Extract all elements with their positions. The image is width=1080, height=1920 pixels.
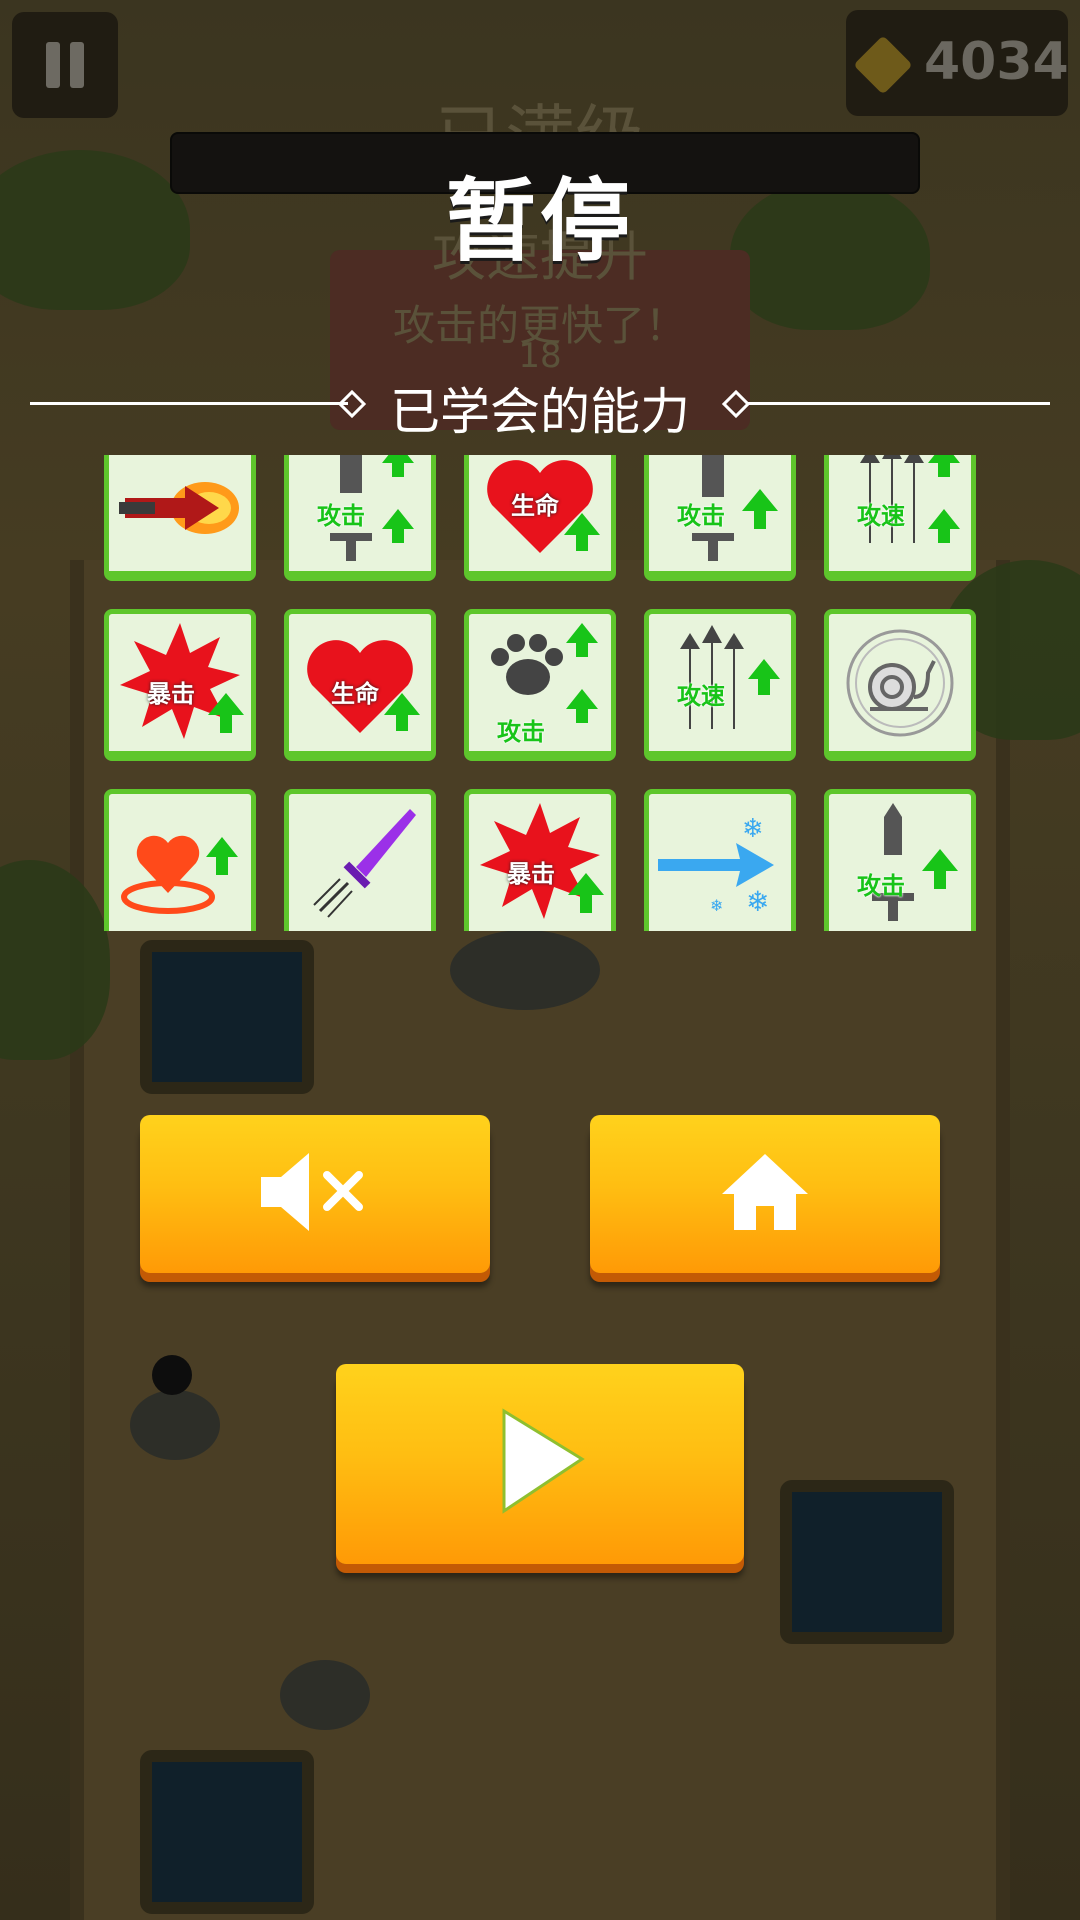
svg-text:❄: ❄ <box>746 885 769 918</box>
sword-up-icon <box>829 794 971 931</box>
ability-grid[interactable]: 攻击 生命 攻击 攻速 暴击 生命 攻击 攻速 暴击 ❄ ❄ ❄ 攻击 <box>104 455 976 931</box>
ability-tile[interactable]: 暴击 <box>464 789 616 931</box>
bg-number: 18 <box>518 336 562 376</box>
ability-tile[interactable]: 攻速 <box>824 455 976 581</box>
ability-tile[interactable] <box>104 789 256 931</box>
frost-arrow-icon: ❄ ❄ ❄ <box>649 794 791 931</box>
pause-button[interactable] <box>12 12 118 118</box>
bat-enemy <box>152 1355 192 1395</box>
section-label: 已学会的能力 <box>390 383 690 441</box>
ability-label: 攻击 <box>857 872 905 900</box>
ability-label: 攻速 <box>677 682 725 710</box>
svg-text:❄: ❄ <box>742 814 764 844</box>
purple-sword-icon <box>289 794 431 931</box>
speaker-mute-icon <box>255 1147 375 1241</box>
ability-tile[interactable]: 攻击 <box>824 789 976 931</box>
enemy-shadow <box>130 1390 220 1460</box>
home-button[interactable] <box>590 1115 940 1273</box>
ability-label: 攻击 <box>497 718 545 746</box>
ability-tile[interactable]: ❄ ❄ ❄ <box>644 789 796 931</box>
page-title: 暂停 <box>446 169 634 274</box>
ability-label: 生命 <box>331 680 379 708</box>
game-background: 已满级 攻速提升 攻击的更快了！ 18 <box>0 0 1080 1920</box>
ability-label: 攻击 <box>677 502 725 530</box>
flaming-arrow-icon <box>109 455 251 571</box>
diamond-coin-icon <box>853 35 913 95</box>
ability-tile[interactable]: 攻击 <box>284 455 436 581</box>
ability-tile[interactable]: 攻击 <box>464 609 616 761</box>
ability-tile[interactable]: 生命 <box>464 455 616 581</box>
ability-tile[interactable]: 暴击 <box>104 609 256 761</box>
ability-tile[interactable]: 生命 <box>284 609 436 761</box>
player-shadow <box>450 930 600 1010</box>
svg-text:❄: ❄ <box>710 896 723 915</box>
ability-tile[interactable]: 攻击 <box>644 455 796 581</box>
ability-tile[interactable] <box>284 789 436 931</box>
home-icon <box>720 1152 810 1236</box>
coin-count: 4034 <box>924 32 1069 92</box>
snail-icon <box>829 614 971 751</box>
water-pit <box>140 940 314 1094</box>
ability-label: 攻速 <box>857 502 905 530</box>
enemy-shadow <box>280 1660 370 1730</box>
water-pit <box>780 1480 954 1644</box>
ability-tile[interactable] <box>104 455 256 581</box>
ability-tile[interactable] <box>824 609 976 761</box>
ability-tile[interactable]: 攻速 <box>644 609 796 761</box>
play-icon <box>490 1407 590 1521</box>
water-pit <box>140 1750 314 1914</box>
learned-abilities-header: 已学会的能力 <box>30 372 1050 441</box>
heart-ring-up-icon <box>109 794 251 931</box>
ability-label: 暴击 <box>507 860 555 888</box>
ability-label: 攻击 <box>317 502 365 530</box>
ability-label: 暴击 <box>147 680 195 708</box>
resume-button[interactable] <box>336 1364 744 1564</box>
coin-counter: 4034 <box>846 10 1069 116</box>
ability-label: 生命 <box>511 492 559 520</box>
mute-button[interactable] <box>140 1115 490 1273</box>
